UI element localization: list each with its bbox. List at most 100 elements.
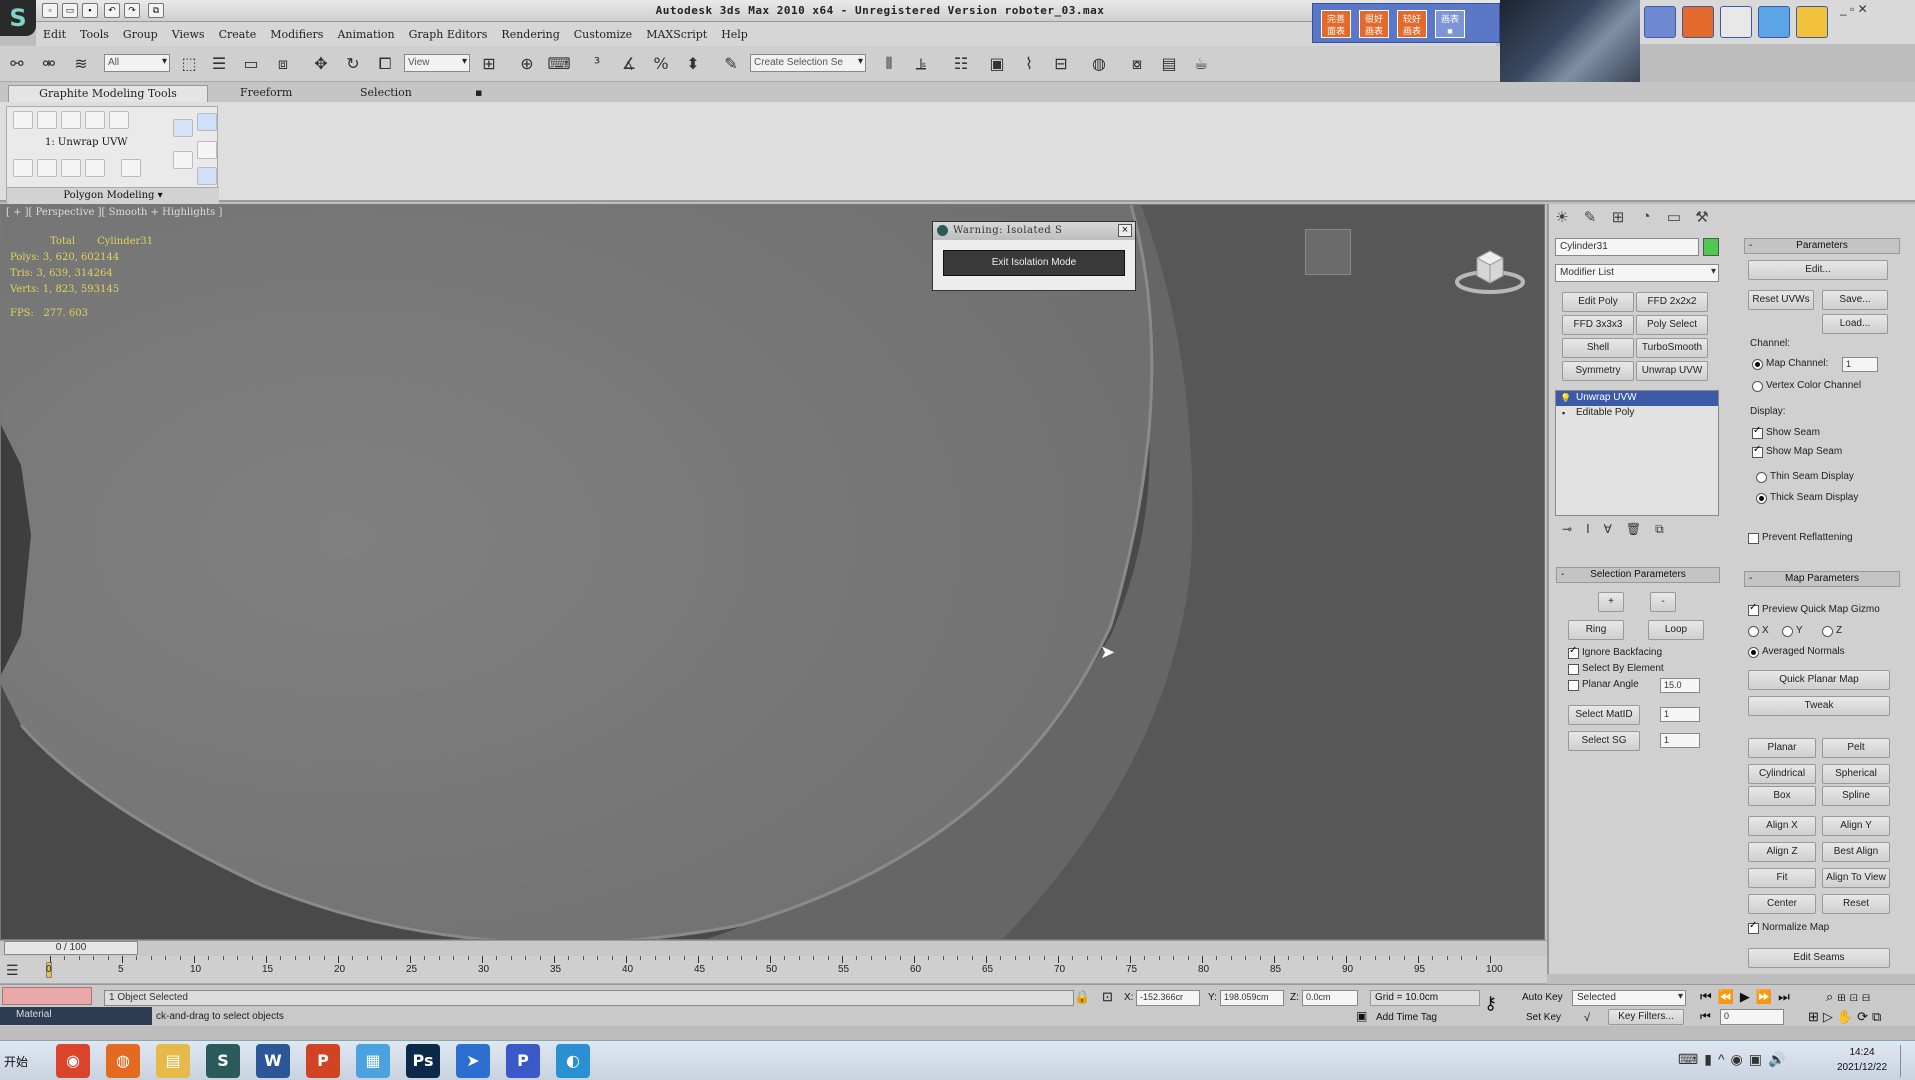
- tray-expand-icon[interactable]: ^: [1718, 1051, 1731, 1067]
- browser-icon[interactable]: ◐: [556, 1044, 590, 1078]
- menu-create[interactable]: Create: [212, 22, 264, 46]
- add-time-tag[interactable]: Add Time Tag: [1376, 1012, 1437, 1023]
- lightbulb-icon[interactable]: 💡: [1560, 393, 1571, 404]
- feather-icon[interactable]: ➤: [456, 1044, 490, 1078]
- viewport-widget[interactable]: [1305, 229, 1351, 275]
- time-slider-track[interactable]: [0, 940, 1547, 956]
- auto-key-button[interactable]: Auto Key: [1522, 992, 1563, 1003]
- edit-uvw-button[interactable]: Edit...: [1748, 260, 1888, 280]
- schematic-view-icon[interactable]: ⊟: [1048, 52, 1074, 76]
- edit-named-selection-icon[interactable]: ✎: [718, 52, 744, 76]
- select-object-icon[interactable]: ⬚: [176, 52, 202, 76]
- window-crossing-icon[interactable]: ⧈: [270, 52, 296, 76]
- ribbon-tool-icon[interactable]: [13, 159, 33, 177]
- spinner-snap-icon[interactable]: ⬍: [680, 52, 706, 76]
- key-filters-button[interactable]: Key Filters...: [1608, 1009, 1684, 1025]
- align-z-button[interactable]: Align Z: [1748, 842, 1816, 862]
- go-to-start-icon[interactable]: ⏮: [1700, 989, 1718, 1004]
- new-file-icon[interactable]: ▫: [42, 3, 58, 18]
- menu-group[interactable]: Group: [116, 22, 165, 46]
- render-setup-icon[interactable]: ⧇: [1124, 52, 1150, 76]
- y-coord-field[interactable]: 198.059cm: [1220, 990, 1284, 1006]
- reference-coord-dropdown[interactable]: View: [404, 54, 470, 72]
- p-app-icon[interactable]: P: [506, 1044, 540, 1078]
- pivot-center-icon[interactable]: ⊞: [476, 52, 502, 76]
- pelt-button[interactable]: Pelt: [1822, 738, 1890, 758]
- shell-button[interactable]: Shell: [1562, 338, 1634, 358]
- menu-modifiers[interactable]: Modifiers: [263, 22, 330, 46]
- chrome-icon[interactable]: ◉: [56, 1044, 90, 1078]
- fov-icon[interactable]: ▷: [1823, 1009, 1837, 1024]
- 3dsmax-icon[interactable]: S: [206, 1044, 240, 1078]
- maxscript-listener[interactable]: [2, 987, 92, 1005]
- reset-uvws-button[interactable]: Reset UVWs: [1748, 290, 1814, 310]
- volume-icon[interactable]: 🔊: [1768, 1051, 1791, 1067]
- previous-frame-icon[interactable]: ⏪: [1718, 989, 1740, 1004]
- layer-manager-icon[interactable]: ☷: [948, 52, 974, 76]
- normalize-map-checkbox[interactable]: Normalize Map: [1748, 920, 1829, 934]
- box-button[interactable]: Box: [1748, 786, 1816, 806]
- modifier-list-dropdown[interactable]: Modifier List ▾: [1555, 264, 1719, 282]
- menu-graph-editors[interactable]: Graph Editors: [402, 22, 495, 46]
- menu-animation[interactable]: Animation: [330, 22, 401, 46]
- border-icon[interactable]: [61, 111, 81, 129]
- ribbon-tool-icon[interactable]: [197, 113, 217, 131]
- unlink-icon[interactable]: ⚮: [36, 52, 62, 76]
- explorer-icon[interactable]: ▤: [156, 1044, 190, 1078]
- ime-key[interactable]: 很好 画表: [1359, 10, 1389, 38]
- configure-sets-icon[interactable]: ⧉: [1655, 522, 1678, 536]
- spherical-button[interactable]: Spherical: [1822, 764, 1890, 784]
- app-logo[interactable]: S: [0, 0, 36, 36]
- select-manipulate-icon[interactable]: ⊕: [514, 52, 540, 76]
- absolute-mode-icon[interactable]: ⊡: [1102, 989, 1113, 1005]
- set-key-icon[interactable]: ⚷: [1484, 993, 1497, 1014]
- ime-key[interactable]: 较好 画表: [1397, 10, 1427, 38]
- save-icon[interactable]: ▪: [82, 3, 98, 18]
- ime-key[interactable]: 完善 面表: [1321, 10, 1351, 38]
- current-frame-field[interactable]: 0: [1720, 1009, 1784, 1025]
- ribbon-tool-icon[interactable]: [85, 159, 105, 177]
- tweak-button[interactable]: Tweak: [1748, 696, 1890, 716]
- hierarchy-panel-icon[interactable]: ⊞: [1607, 208, 1629, 228]
- select-matid-button[interactable]: Select MatID: [1568, 705, 1640, 725]
- show-end-result-icon[interactable]: Ⅰ: [1586, 522, 1604, 536]
- align-x-button[interactable]: Align X: [1748, 816, 1816, 836]
- tab-freeform[interactable]: Freeform: [230, 85, 302, 102]
- key-mode-dropdown[interactable]: Selected ▾: [1572, 990, 1686, 1006]
- thick-seam-display-radio[interactable]: Thick Seam Display: [1756, 492, 1858, 504]
- next-frame-icon[interactable]: ⏩: [1756, 989, 1778, 1004]
- ribbon-tool-icon[interactable]: [197, 141, 217, 159]
- track-bar[interactable]: ☰ 0 5 10 15 20 25 30 35 40 45 50 55 60 65 70 75 80 85 90 95…: [0, 956, 1547, 984]
- expand-icon[interactable]: ▪: [1562, 408, 1565, 418]
- matid-spinner[interactable]: 1: [1660, 707, 1700, 722]
- quick-planar-map-button[interactable]: Quick Planar Map: [1748, 670, 1890, 690]
- menu-rendering[interactable]: Rendering: [494, 22, 566, 46]
- bind-spacewarp-icon[interactable]: ≋: [68, 52, 94, 76]
- load-uvw-button[interactable]: Load...: [1822, 314, 1888, 334]
- center-button[interactable]: Center: [1748, 894, 1816, 914]
- object-name-field[interactable]: Cylinder31: [1555, 238, 1699, 256]
- material-editor-icon[interactable]: ◍: [1086, 52, 1112, 76]
- sg-spinner[interactable]: 1: [1660, 733, 1700, 748]
- undo-icon[interactable]: ↶: [104, 3, 120, 18]
- ime-key[interactable]: 画表 ■: [1435, 10, 1465, 38]
- overlay-app-icon[interactable]: [1644, 6, 1676, 38]
- averaged-normals-radio[interactable]: Averaged Normals: [1748, 646, 1845, 658]
- fit-button[interactable]: Fit: [1748, 868, 1816, 888]
- scale-icon[interactable]: ⧠: [372, 52, 398, 76]
- preview-quick-map-checkbox[interactable]: Preview Quick Map Gizmo: [1748, 602, 1880, 616]
- planar-angle-spinner[interactable]: 15.0: [1660, 678, 1700, 693]
- tray-app-icon[interactable]: ▣: [1749, 1051, 1768, 1067]
- screen-icon[interactable]: [1758, 6, 1790, 38]
- axis-z-radio[interactable]: Z: [1822, 625, 1842, 637]
- display-panel-icon[interactable]: ▭: [1663, 208, 1685, 228]
- menu-views[interactable]: Views: [165, 22, 212, 46]
- remove-modifier-icon[interactable]: 🗑: [1626, 522, 1655, 536]
- selection-filter-dropdown[interactable]: All: [104, 54, 170, 72]
- show-seam-checkbox[interactable]: Show Seam: [1752, 425, 1820, 439]
- reset-map-button[interactable]: Reset: [1822, 894, 1890, 914]
- vertex-color-channel-radio[interactable]: Vertex Color Channel: [1752, 380, 1861, 392]
- turbosmooth-button[interactable]: TurboSmooth: [1636, 338, 1708, 358]
- overlay-window-controls[interactable]: _ ▫ ✕: [1840, 2, 1868, 16]
- prevent-reflattening-checkbox[interactable]: Prevent Reflattening: [1748, 532, 1853, 544]
